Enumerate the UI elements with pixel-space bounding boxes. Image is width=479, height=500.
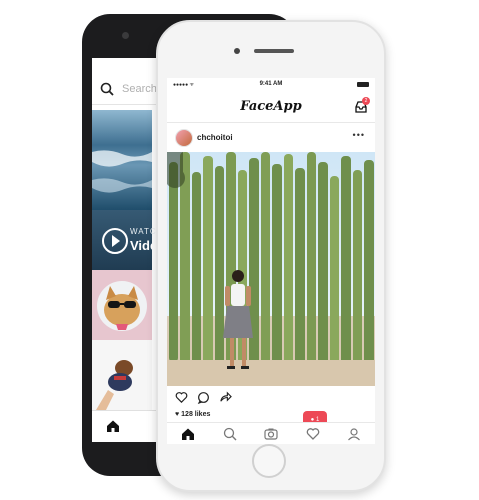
tab-bar: [167, 422, 375, 444]
post-photo[interactable]: [167, 152, 375, 386]
explore-tile-sea[interactable]: [92, 110, 152, 210]
post-actions: [167, 386, 375, 408]
post-header: chchoitoi •••: [167, 124, 375, 152]
home-icon[interactable]: [181, 427, 195, 441]
more-options-icon[interactable]: •••: [353, 130, 365, 140]
sea-waves: [92, 150, 152, 193]
home-button[interactable]: [252, 444, 286, 478]
app-title: FaceApp: [240, 99, 302, 114]
back-phone-camera: [122, 32, 129, 39]
likes-text: 128 likes: [181, 411, 211, 418]
likes-heart-icon: ♥: [175, 411, 180, 418]
front-camera: [234, 48, 240, 54]
status-time: 9:41 AM: [259, 81, 283, 87]
camera-icon[interactable]: [264, 427, 278, 441]
search-icon: [100, 82, 114, 96]
explore-tile-cat[interactable]: [92, 270, 152, 340]
profile-icon[interactable]: [347, 427, 361, 441]
share-icon[interactable]: [219, 391, 232, 404]
likes-count[interactable]: ♥ 128 likes: [175, 411, 210, 418]
search-icon[interactable]: [223, 427, 237, 441]
post-username[interactable]: chchoitoi: [197, 133, 233, 142]
app-header: FaceApp 2: [167, 92, 375, 123]
search-input[interactable]: Search: [122, 83, 157, 95]
inbox-badge: 2: [362, 97, 370, 105]
front-phone-screen: ●●●●● ᯤ 9:41 AM FaceApp 2 chchoitoi •••: [167, 78, 375, 444]
home-icon[interactable]: [106, 419, 120, 433]
comment-icon[interactable]: [197, 391, 210, 404]
front-speaker: [254, 49, 294, 53]
heart-icon[interactable]: [175, 391, 188, 404]
cactus-wall-photo: [167, 152, 375, 386]
dog-photo: [96, 360, 133, 410]
cat-with-sunglasses: [97, 281, 147, 331]
activity-heart-icon[interactable]: [306, 427, 320, 441]
battery-icon: [357, 82, 369, 87]
avatar[interactable]: [175, 129, 193, 147]
play-icon[interactable]: [102, 228, 128, 254]
front-phone: ●●●●● ᯤ 9:41 AM FaceApp 2 chchoitoi •••: [156, 20, 386, 492]
status-bar: ●●●●● ᯤ 9:41 AM: [167, 78, 375, 92]
explore-tile-dog[interactable]: [92, 340, 152, 410]
